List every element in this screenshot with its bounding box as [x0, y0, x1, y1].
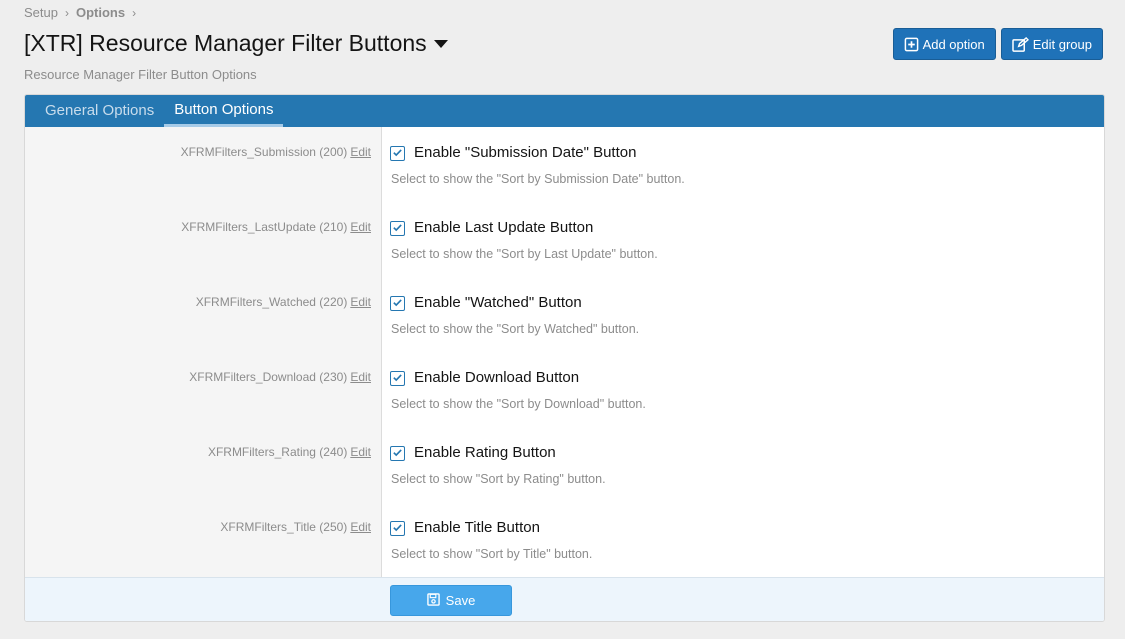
option-id-text: XFRMFilters_Submission (200) [180, 145, 348, 159]
plus-square-icon [904, 37, 919, 52]
option-checkbox[interactable] [390, 221, 405, 236]
option-id: XFRMFilters_Download (230) Edit [189, 370, 371, 384]
tab-general-options[interactable]: General Options [35, 95, 164, 127]
add-option-button[interactable]: Add option [892, 28, 996, 60]
breadcrumb-item-options[interactable]: Options [76, 5, 125, 20]
option-checkbox[interactable] [390, 296, 405, 311]
edit-link[interactable]: Edit [350, 220, 371, 234]
save-label: Save [445, 593, 476, 608]
option-title[interactable]: Enable "Submission Date" Button [414, 144, 636, 161]
option-title[interactable]: Enable "Watched" Button [414, 294, 582, 311]
caret-down-icon[interactable] [433, 39, 448, 48]
option-title[interactable]: Enable Download Button [414, 369, 579, 386]
option-checkbox[interactable] [390, 146, 405, 161]
edit-link[interactable]: Edit [350, 145, 371, 159]
edit-link[interactable]: Edit [350, 445, 371, 459]
checkbox-checked-icon [392, 370, 403, 388]
option-description: Select to show "Sort by Title" button. [391, 547, 593, 561]
edit-group-button[interactable]: Edit group [1000, 28, 1103, 60]
chevron-right-icon: › [132, 5, 137, 20]
edit-link[interactable]: Edit [350, 370, 371, 384]
option-id: XFRMFilters_Title (250) Edit [220, 520, 371, 534]
option-checkbox[interactable] [390, 446, 405, 461]
option-description: Select to show "Sort by Rating" button. [391, 472, 606, 486]
option-id-text: XFRMFilters_Rating (240) [207, 445, 348, 459]
tab-button-options[interactable]: Button Options [164, 95, 284, 127]
option-title[interactable]: Enable Title Button [414, 519, 540, 536]
form-footer: Save [25, 577, 1104, 621]
checkbox-checked-icon [392, 520, 403, 538]
edit-group-label: Edit group [1032, 36, 1092, 52]
option-description: Select to show the "Sort by Download" bu… [391, 397, 646, 411]
option-id-text: XFRMFilters_Watched (220) [195, 295, 348, 309]
add-option-label: Add option [922, 36, 985, 52]
chevron-right-icon: › [64, 5, 69, 20]
breadcrumb: Setup › Options › [24, 5, 143, 20]
option-id-text: XFRMFilters_Title (250) [220, 520, 348, 534]
option-id: XFRMFilters_Watched (220) Edit [196, 295, 371, 309]
checkbox-checked-icon [392, 445, 403, 463]
option-row: XFRMFilters_Rating (240) Edit Enable Rati… [25, 427, 1104, 502]
page-subtitle: Resource Manager Filter Button Options [24, 67, 257, 82]
option-id: XFRMFilters_Submission (200) Edit [181, 145, 371, 159]
tab-bar: General Options Button Options [25, 95, 1104, 127]
edit-icon [1011, 36, 1029, 52]
option-description: Select to show the "Sort by Watched" but… [391, 322, 640, 336]
option-row: XFRMFilters_Title (250) Edit Enable Title… [25, 502, 1104, 577]
option-checkbox[interactable] [390, 521, 405, 536]
option-title[interactable]: Enable Rating Button [414, 444, 556, 461]
option-row: XFRMFilters_Submission (200) Edit Enable … [25, 127, 1104, 202]
option-row: XFRMFilters_Download (230) Edit Enable Do… [25, 352, 1104, 427]
option-id: XFRMFilters_Rating (240) Edit [208, 445, 371, 459]
header-actions: Add option Edit group [892, 28, 1103, 60]
option-description: Select to show the "Sort by Submission D… [391, 172, 685, 186]
checkbox-checked-icon [392, 220, 403, 238]
edit-link[interactable]: Edit [350, 520, 371, 534]
option-id: XFRMFilters_LastUpdate (210) Edit [181, 220, 371, 234]
checkbox-checked-icon [392, 145, 403, 163]
option-description: Select to show the "Sort by Last Update"… [391, 247, 658, 261]
edit-link[interactable]: Edit [350, 295, 371, 309]
checkbox-checked-icon [392, 295, 403, 313]
option-id-text: XFRMFilters_Download (230) [189, 370, 348, 384]
option-id-text: XFRMFilters_LastUpdate (210) [181, 220, 348, 234]
options-panel: General Options Button Options XFRMFilte… [24, 94, 1105, 622]
page-title: [XTR] Resource Manager Filter Buttons [24, 30, 427, 56]
option-rows: XFRMFilters_Submission (200) Edit Enable … [25, 127, 1104, 577]
title-row: [XTR] Resource Manager Filter Buttons [24, 30, 448, 57]
breadcrumb-item-setup[interactable]: Setup [24, 5, 58, 20]
option-row: XFRMFilters_Watched (220) Edit Enable "Wa… [25, 277, 1104, 352]
option-row: XFRMFilters_LastUpdate (210) Edit Enable … [25, 202, 1104, 277]
save-button[interactable]: Save [390, 585, 512, 616]
option-checkbox[interactable] [390, 371, 405, 386]
option-title[interactable]: Enable Last Update Button [414, 219, 593, 236]
floppy-disk-icon [426, 592, 440, 609]
